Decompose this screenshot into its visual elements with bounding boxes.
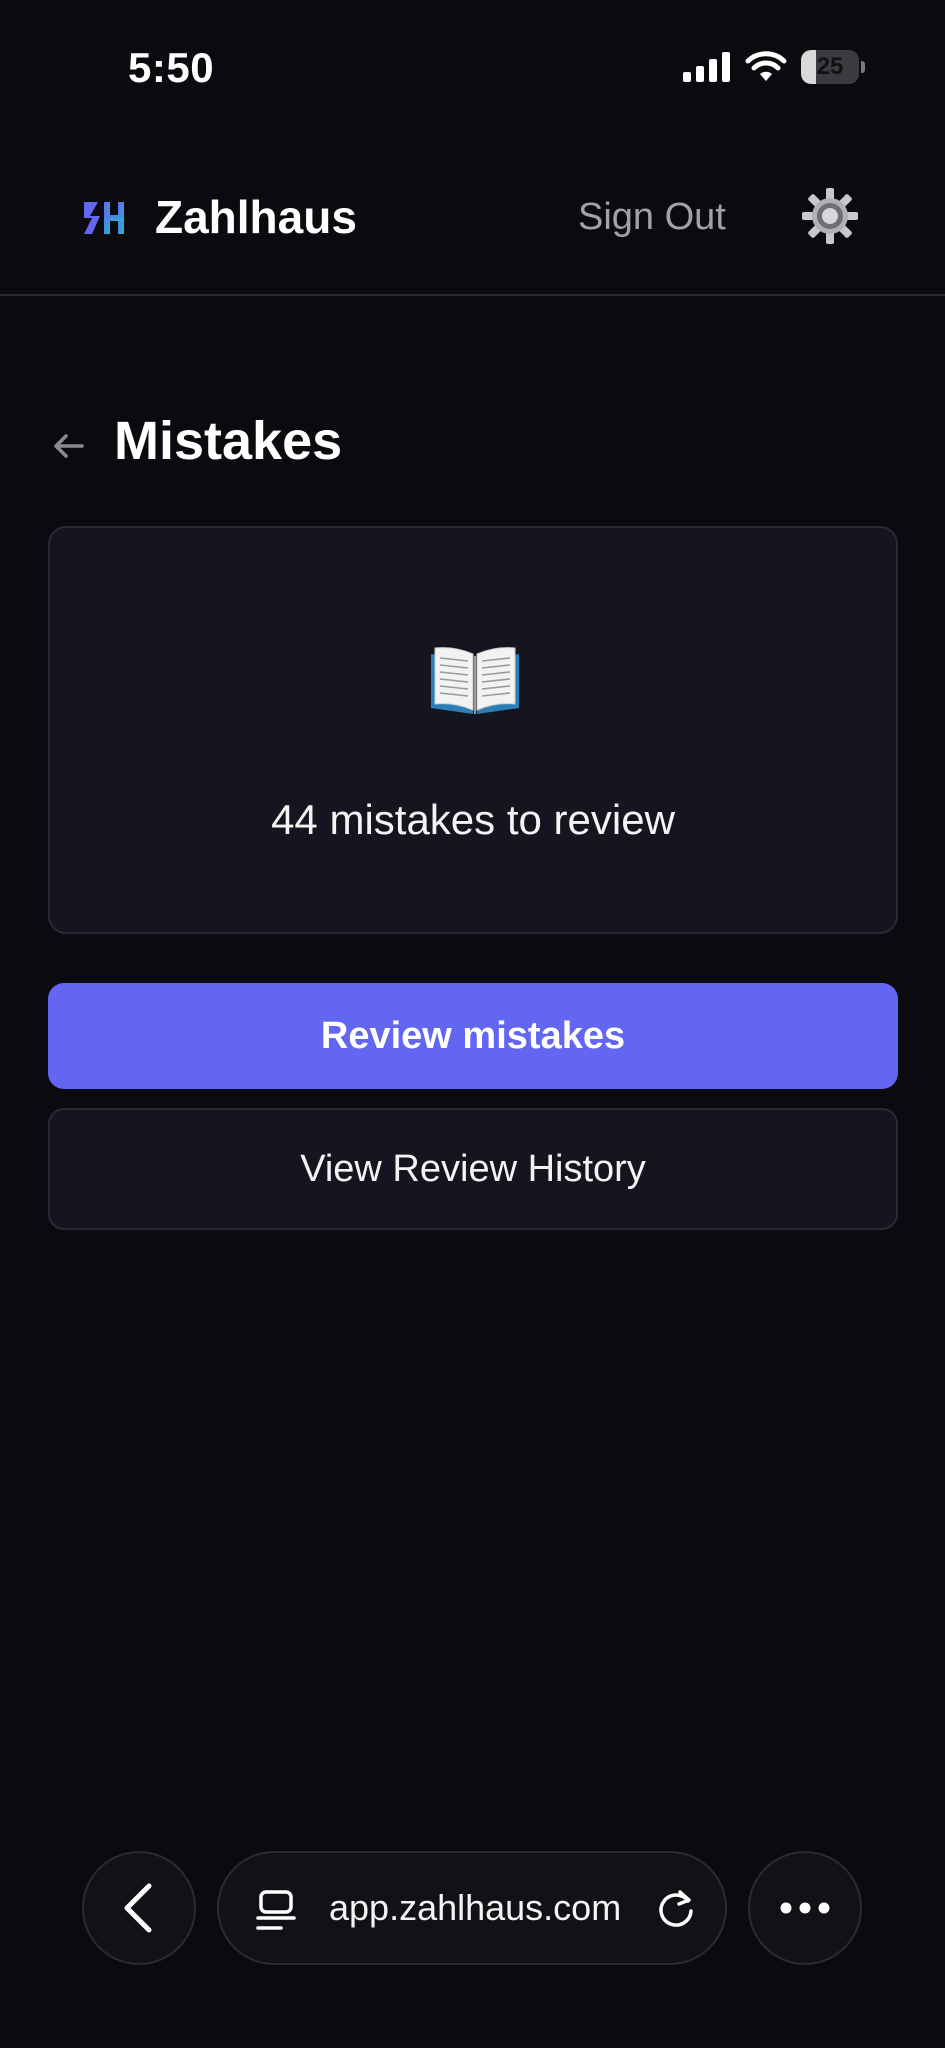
tabs-icon[interactable] xyxy=(255,1889,297,1931)
browser-more-button[interactable] xyxy=(748,1851,862,1965)
wifi-icon xyxy=(745,51,787,81)
review-mistakes-button[interactable]: Review mistakes xyxy=(48,983,898,1089)
cellular-signal-icon xyxy=(683,52,730,82)
reload-icon[interactable] xyxy=(654,1887,698,1931)
open-book-icon xyxy=(431,647,519,714)
sign-out-button[interactable]: Sign Out xyxy=(578,196,726,239)
more-icon xyxy=(780,1902,830,1914)
gear-icon[interactable] xyxy=(800,186,860,246)
page-title: Mistakes xyxy=(114,411,343,471)
battery-cap xyxy=(861,61,865,73)
chevron-left-icon xyxy=(124,1883,152,1933)
url-text[interactable]: app.zahlhaus.com xyxy=(329,1887,621,1929)
zahlhaus-logo-icon xyxy=(84,202,124,234)
app-name[interactable]: Zahlhaus xyxy=(155,190,357,244)
battery-body: 25 xyxy=(801,50,860,84)
view-review-history-button[interactable]: View Review History xyxy=(48,1108,898,1230)
status-icons: 25 xyxy=(683,50,865,84)
mistakes-summary-card: 44 mistakes to review xyxy=(48,526,898,934)
status-time: 5:50 xyxy=(128,44,215,91)
address-bar[interactable]: app.zahlhaus.com xyxy=(217,1851,727,1965)
app-page: 5:50 25 Zahlhaus Sign Out Mistakes 44 mi… xyxy=(0,0,945,2048)
back-arrow-icon[interactable] xyxy=(48,426,88,466)
battery-icon: 25 xyxy=(801,50,865,84)
battery-level: 25 xyxy=(816,53,844,80)
app-header: Zahlhaus Sign Out xyxy=(0,150,945,296)
browser-back-button[interactable] xyxy=(82,1851,196,1965)
mistakes-count-text: 44 mistakes to review xyxy=(271,796,675,843)
status-bar: 5:50 25 xyxy=(0,0,945,140)
